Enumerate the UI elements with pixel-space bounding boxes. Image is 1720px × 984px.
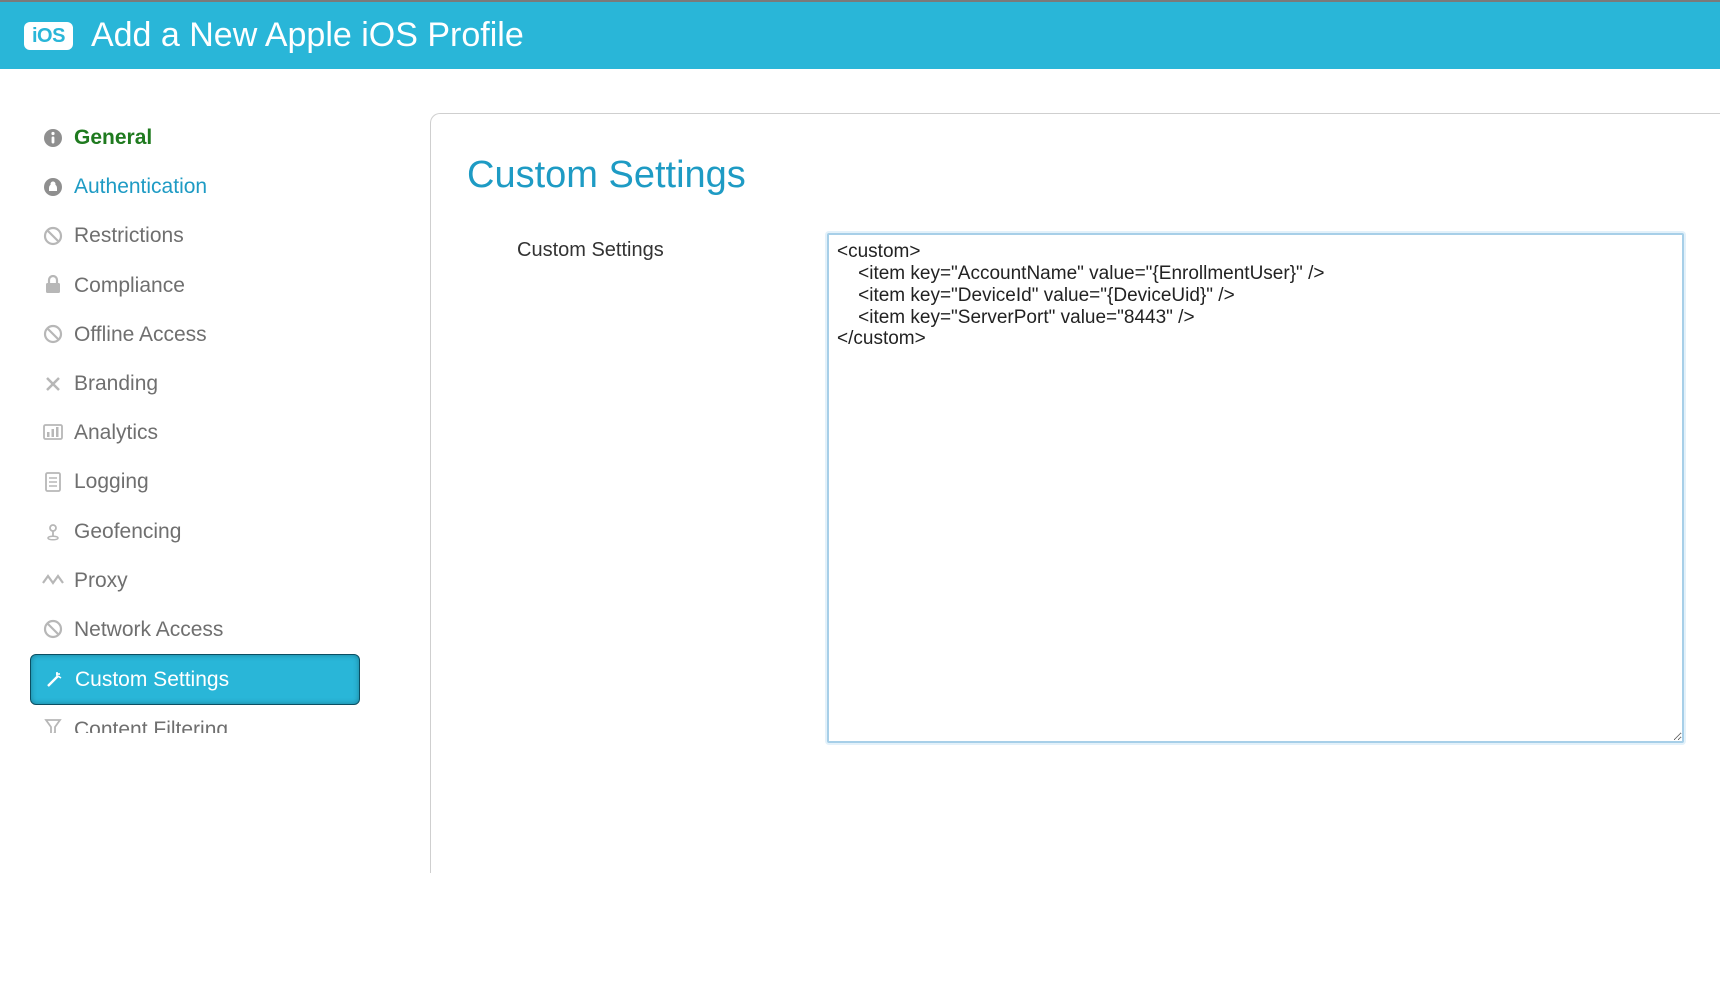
sidebar-item-label: Logging [74, 469, 149, 494]
custom-settings-label: Custom Settings [467, 233, 827, 262]
sidebar-item-label: Network Access [74, 617, 223, 642]
sidebar-item-label: Restrictions [74, 223, 184, 248]
sidebar-item-compliance[interactable]: Compliance [30, 261, 370, 310]
logging-icon [38, 472, 68, 492]
page-title: Add a New Apple iOS Profile [91, 16, 524, 55]
branding-icon [38, 374, 68, 394]
sidebar-item-restrictions[interactable]: Restrictions [30, 211, 370, 260]
sidebar-item-label: Content Filtering [74, 717, 228, 733]
form-row-custom-settings: Custom Settings [467, 233, 1684, 743]
sidebar-item-label: Geofencing [74, 519, 181, 544]
sidebar-item-label: Analytics [74, 420, 158, 445]
section-title: Custom Settings [467, 154, 1684, 197]
geofencing-icon [38, 521, 68, 541]
sidebar-item-authentication[interactable]: Authentication [30, 162, 370, 211]
body-wrap: General Authentication Restrictions Comp… [0, 69, 1720, 873]
sidebar-item-label: Branding [74, 371, 158, 396]
lock-icon [38, 275, 68, 295]
sidebar-item-label: General [74, 125, 152, 150]
sidebar-item-label: Authentication [74, 174, 207, 199]
sidebar-item-analytics[interactable]: Analytics [30, 408, 370, 457]
sidebar-item-offline-access[interactable]: Offline Access [30, 310, 370, 359]
sidebar-item-branding[interactable]: Branding [30, 359, 370, 408]
restriction-icon [38, 226, 68, 246]
key-icon [38, 177, 68, 197]
network-icon [38, 619, 68, 639]
sidebar-item-label: Offline Access [74, 322, 207, 347]
sidebar-item-label: Proxy [74, 568, 128, 593]
ios-badge-icon: iOS [24, 22, 73, 50]
sidebar-item-label: Custom Settings [75, 667, 229, 692]
custom-settings-textarea[interactable] [827, 233, 1684, 743]
sidebar: General Authentication Restrictions Comp… [0, 113, 430, 873]
analytics-icon [38, 424, 68, 442]
sidebar-item-proxy[interactable]: Proxy [30, 556, 370, 605]
wand-icon [39, 670, 69, 690]
sidebar-item-network-access[interactable]: Network Access [30, 605, 370, 654]
sidebar-item-general[interactable]: General [30, 113, 370, 162]
page-header: iOS Add a New Apple iOS Profile [0, 0, 1720, 69]
sidebar-item-custom-settings[interactable]: Custom Settings [30, 654, 360, 705]
sidebar-item-geofencing[interactable]: Geofencing [30, 507, 370, 556]
info-icon [38, 128, 68, 148]
filter-icon [38, 717, 68, 733]
proxy-icon [38, 573, 68, 587]
sidebar-item-label: Compliance [74, 273, 185, 298]
main-panel: Custom Settings Custom Settings [430, 113, 1720, 873]
offline-icon [38, 324, 68, 344]
sidebar-item-content-filtering[interactable]: Content Filtering [30, 705, 370, 733]
sidebar-item-logging[interactable]: Logging [30, 457, 370, 506]
